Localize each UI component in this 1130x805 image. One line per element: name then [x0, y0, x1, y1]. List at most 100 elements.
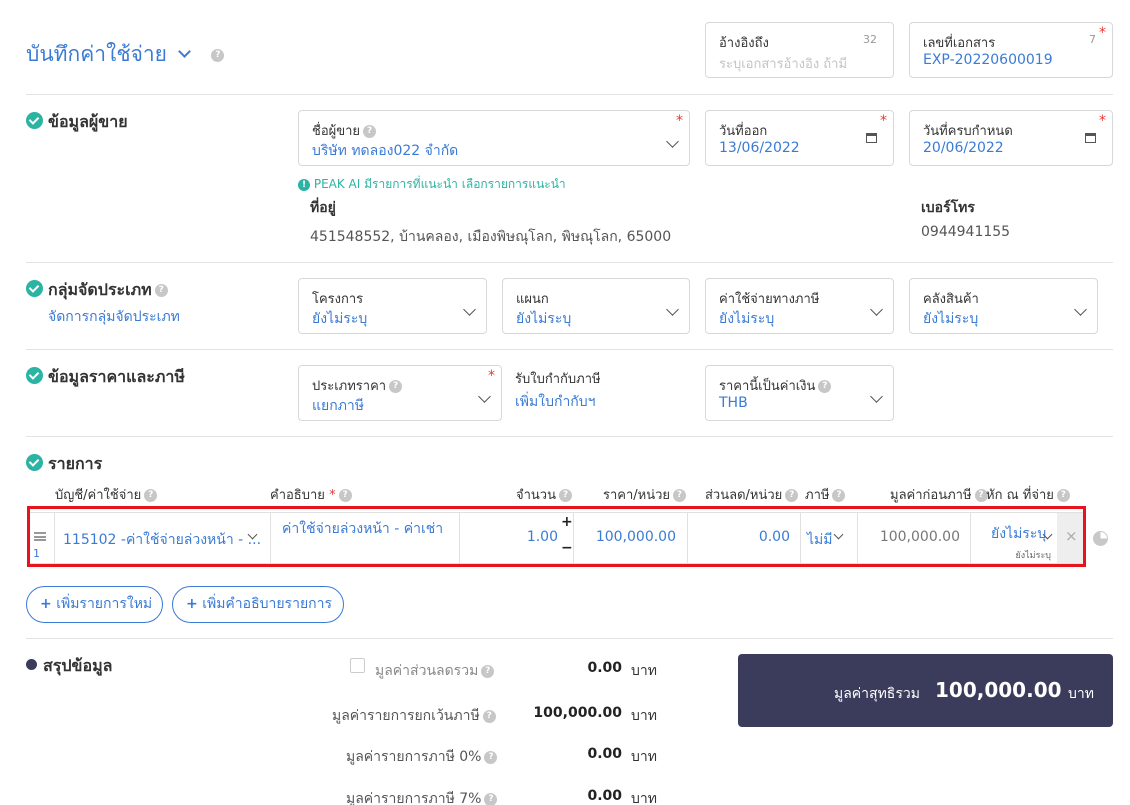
- summary-discount-unit: บาท: [631, 663, 657, 679]
- issue-date-field[interactable]: วันที่ออก * 13/06/2022: [705, 110, 894, 166]
- alert-circle-icon: !: [298, 178, 310, 191]
- net-total-label: มูลค่าสุทธิรวม: [834, 686, 920, 702]
- help-icon[interactable]: ?: [363, 125, 377, 138]
- help-icon[interactable]: ?: [559, 489, 572, 502]
- issue-date-input[interactable]: 13/06/2022: [719, 140, 800, 156]
- tax-select[interactable]: ไม่มี: [801, 513, 857, 563]
- vendor-label: ชื่อผู้ขาย?: [312, 120, 377, 141]
- plus-icon: +: [186, 596, 198, 612]
- category-section-title: กลุ่มจัดประเภท?: [48, 278, 168, 303]
- discount-checkbox[interactable]: [350, 658, 365, 673]
- project-select[interactable]: โครงการ ยังไม่ระบุ: [298, 278, 487, 334]
- address-label: ที่อยู่: [310, 200, 336, 216]
- add-item-button[interactable]: + เพิ่มรายการใหม่: [26, 586, 163, 623]
- doc-number-field[interactable]: เลขที่เอกสาร 7 * EXP-20220600019: [909, 22, 1113, 78]
- ai-suggestion-link[interactable]: เลือกรายการแนะนำ: [462, 177, 566, 191]
- tax-expense-label: ค่าใช้จ่ายทางภาษี: [719, 292, 820, 307]
- help-icon[interactable]: ?: [832, 489, 846, 502]
- help-icon[interactable]: ?: [481, 664, 495, 678]
- net-total-box: มูลค่าสุทธิรวม 100,000.00 บาท: [738, 654, 1113, 727]
- summary-vat7-label: มูลค่ารายการภาษี 7%?: [346, 788, 498, 805]
- pre-tax-value: 100,000.00: [879, 529, 960, 545]
- page-title[interactable]: บันทึกค่าใช้จ่าย ?: [26, 38, 225, 71]
- column-header-description: คำอธิบาย *?: [270, 484, 352, 505]
- reference-input[interactable]: ระบุเอกสารอ้างอิง ถ้ามี: [719, 53, 847, 74]
- description-input[interactable]: ค่าใช้จ่ายล่วงหน้า - ค่าเช่า: [282, 518, 443, 540]
- unit-price-input[interactable]: 100,000.00: [574, 529, 676, 545]
- help-icon[interactable]: ?: [785, 489, 799, 502]
- help-icon[interactable]: ?: [482, 709, 496, 723]
- reference-label: อ้างอิงถึง: [719, 36, 769, 51]
- help-icon[interactable]: ?: [144, 489, 158, 502]
- column-header-quantity: จำนวน?: [516, 484, 572, 505]
- calendar-icon[interactable]: [866, 133, 877, 143]
- increment-button[interactable]: +: [561, 514, 573, 530]
- check-circle-icon: [26, 280, 43, 297]
- drag-handle-icon[interactable]: [34, 532, 46, 541]
- divider: [26, 638, 1113, 639]
- currency-label: ราคานี้เป็นค่าเงิน?: [719, 375, 832, 396]
- divider: [26, 436, 1113, 437]
- currency-select[interactable]: ราคานี้เป็นค่าเงิน? THB: [705, 365, 894, 421]
- help-icon[interactable]: ?: [154, 284, 168, 297]
- chevron-down-icon[interactable]: [666, 303, 679, 316]
- help-icon[interactable]: ?: [673, 489, 687, 502]
- net-total-unit: บาท: [1068, 686, 1094, 702]
- column-header-account: บัญชี/ค่าใช้จ่าย?: [55, 484, 158, 505]
- summary-exempt-unit: บาท: [631, 708, 657, 724]
- help-icon[interactable]: ?: [389, 380, 403, 393]
- add-tax-invoice-link[interactable]: เพิ่มใบกำกับฯ: [515, 391, 596, 413]
- due-date-field[interactable]: วันที่ครบกำหนด * 20/06/2022: [909, 110, 1113, 166]
- help-icon[interactable]: ?: [211, 48, 225, 62]
- discount-input[interactable]: 0.00: [688, 529, 790, 545]
- help-icon[interactable]: ?: [1056, 489, 1070, 502]
- help-icon[interactable]: ?: [484, 792, 498, 805]
- due-date-input[interactable]: 20/06/2022: [923, 140, 1004, 156]
- quantity-input[interactable]: 1.00: [460, 529, 558, 545]
- required-marker: *: [488, 368, 495, 384]
- divider: [26, 349, 1113, 350]
- account-select[interactable]: 115102 -ค่าใช้จ่ายล่วงหน้า - ...: [55, 513, 270, 563]
- chevron-down-icon[interactable]: [870, 303, 883, 316]
- pie-chart-icon[interactable]: [1093, 531, 1108, 546]
- chevron-down-icon[interactable]: [478, 390, 491, 403]
- warehouse-select[interactable]: คลังสินค้า ยังไม่ระบุ: [909, 278, 1098, 334]
- column-header-discount: ส่วนลด/หน่วย?: [705, 484, 799, 505]
- withholding-select[interactable]: ยังไม่ระบุ ยังไม่ระบุ: [971, 513, 1057, 563]
- vendor-select[interactable]: ชื่อผู้ขาย? * บริษัท ทดลอง022 จำกัด: [298, 110, 690, 166]
- price-type-label: ประเภทราคา?: [312, 375, 403, 396]
- help-icon[interactable]: ?: [818, 380, 832, 393]
- doc-number-counter: 7: [1089, 33, 1096, 46]
- chevron-down-icon[interactable]: [666, 135, 679, 148]
- required-marker: *: [1099, 113, 1106, 129]
- chevron-down-icon[interactable]: [870, 390, 883, 403]
- column-header-withholding: หัก ณ ที่จ่าย?: [986, 484, 1070, 505]
- project-label: โครงการ: [312, 292, 364, 307]
- help-icon[interactable]: ?: [338, 489, 352, 502]
- manage-category-link[interactable]: จัดการกลุ่มจัดประเภท: [48, 306, 180, 328]
- chevron-down-icon[interactable]: [463, 303, 476, 316]
- account-value: 115102 -ค่าใช้จ่ายล่วงหน้า - ...: [63, 532, 262, 548]
- phone-value: 0944941155: [921, 224, 1011, 240]
- tax-expense-select[interactable]: ค่าใช้จ่ายทางภาษี ยังไม่ระบุ: [705, 278, 894, 334]
- department-select[interactable]: แผนก ยังไม่ระบุ: [502, 278, 690, 334]
- decrement-button[interactable]: −: [561, 540, 573, 556]
- pricing-section-title: ข้อมูลราคาและภาษี: [48, 367, 185, 386]
- summary-exempt-label: มูลค่ารายการยกเว้นภาษี?: [332, 705, 496, 727]
- summary-discount-value: 0.00: [587, 660, 622, 676]
- reference-field[interactable]: อ้างอิงถึง 32 ระบุเอกสารอ้างอิง ถ้ามี: [705, 22, 894, 78]
- price-type-select[interactable]: ประเภทราคา? * แยกภาษี: [298, 365, 502, 421]
- chevron-down-icon[interactable]: [177, 45, 191, 58]
- ai-hint: ! PEAK AI มีรายการที่แนะนำ เลือกรายการแน…: [298, 175, 566, 194]
- doc-number-input[interactable]: EXP-20220600019: [923, 52, 1053, 68]
- reference-counter: 32: [863, 33, 877, 46]
- tax-value: ไม่มี: [807, 532, 833, 548]
- vendor-section-title: ข้อมูลผู้ขาย: [48, 112, 128, 131]
- divider: [26, 262, 1113, 263]
- remove-row-button[interactable]: ×: [1057, 513, 1083, 563]
- add-description-button[interactable]: + เพิ่มคำอธิบายรายการ: [172, 586, 344, 623]
- chevron-down-icon[interactable]: [833, 529, 844, 540]
- calendar-icon[interactable]: [1085, 133, 1096, 143]
- chevron-down-icon[interactable]: [1074, 303, 1087, 316]
- help-icon[interactable]: ?: [484, 750, 498, 764]
